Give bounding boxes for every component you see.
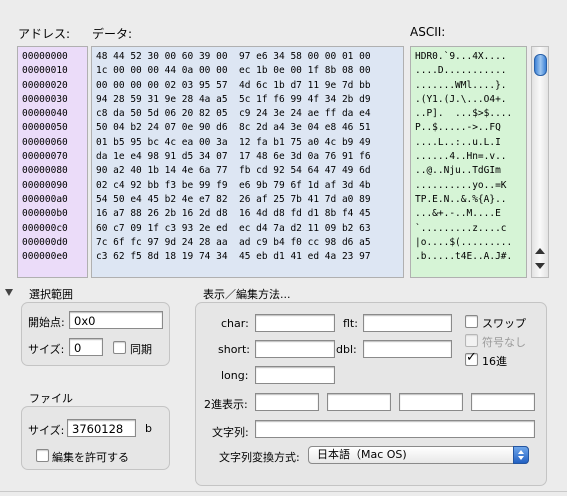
address-row[interactable]: 00000090: [22, 179, 87, 193]
ascii-row[interactable]: .(Y1.(J.\...O4+.: [415, 93, 526, 107]
dbl-field[interactable]: [363, 340, 452, 358]
chevron-updown-icon[interactable]: [513, 446, 529, 464]
address-row[interactable]: 00000010: [22, 64, 87, 78]
flt-label: flt:: [343, 317, 358, 330]
address-row[interactable]: 00000060: [22, 136, 87, 150]
hex-row[interactable]: c8 da 50 5d 06 20 82 05 c9 24 3e 24 ae f…: [96, 107, 403, 121]
selection-group-title: 選択範囲: [29, 288, 73, 301]
ascii-row[interactable]: .b.....t4E..A.J#.: [415, 250, 526, 264]
hex16-label: 16進: [482, 355, 507, 368]
conversion-select-value: 日本語（Mac OS): [317, 448, 407, 461]
char-field[interactable]: [255, 314, 335, 332]
hex-row[interactable]: 94 28 59 31 9e 28 4a a5 5c 1f f6 99 4f 3…: [96, 93, 403, 107]
address-row[interactable]: 000000d0: [22, 236, 87, 250]
hex-data-pane[interactable]: 48 44 52 30 00 60 39 00 97 e6 34 58 00 0…: [91, 46, 404, 278]
ascii-row[interactable]: ..@..Nju..TdGIm: [415, 164, 526, 178]
ascii-row[interactable]: ......4..Hn=.v..: [415, 150, 526, 164]
hex-row[interactable]: 54 50 e4 45 b2 4e e7 82 26 af 25 7b 41 7…: [96, 193, 403, 207]
hex-row[interactable]: 1c 00 00 00 44 0a 00 00 ec 1b 0e 00 1f 8…: [96, 64, 403, 78]
hex-row[interactable]: 01 b5 95 bc 4c ea 00 3a 12 fa b1 75 a0 4…: [96, 136, 403, 150]
hex16-checkbox[interactable]: [465, 350, 478, 366]
binary-field-4[interactable]: [471, 393, 535, 411]
address-row[interactable]: 000000b0: [22, 207, 87, 221]
ascii-row[interactable]: ...&+.-..M....E: [415, 207, 526, 221]
ascii-row[interactable]: HDR0.`9...4X....: [415, 50, 526, 64]
binary-field-2[interactable]: [327, 393, 391, 411]
scroll-down-arrow-icon[interactable]: [535, 263, 545, 269]
ascii-row[interactable]: ....D...........: [415, 64, 526, 78]
ascii-row[interactable]: ....L..:..u.L.I: [415, 136, 526, 150]
ascii-row[interactable]: ..P]. ...$>$....: [415, 107, 526, 121]
string-label: 文字列:: [212, 426, 249, 439]
binary-label: 2進表示:: [204, 398, 248, 411]
hex-row[interactable]: da 1e e4 98 91 d5 34 07 17 48 6e 3d 0a 7…: [96, 150, 403, 164]
allow-edit-label: 編集を許可する: [52, 451, 129, 464]
unsigned-label: 符号なし: [482, 336, 526, 349]
binary-field-3[interactable]: [399, 393, 463, 411]
vertical-scrollbar[interactable]: [531, 46, 549, 278]
hex-row[interactable]: 90 a2 40 1b 14 4e 6a 77 fb cd 92 54 64 4…: [96, 164, 403, 178]
start-field[interactable]: 0x0: [69, 311, 163, 329]
allow-edit-checkbox[interactable]: [36, 449, 49, 462]
start-label: 開始点:: [28, 316, 65, 329]
file-group-title: ファイル: [29, 392, 73, 405]
disclosure-triangle-icon[interactable]: [5, 289, 13, 296]
hex-row[interactable]: 60 c7 09 1f c3 93 2e ed ec d4 7a d2 11 0…: [96, 222, 403, 236]
flt-field[interactable]: [363, 314, 452, 332]
hex-row[interactable]: c3 62 f5 8d 18 19 74 34 45 eb d1 41 ed 4…: [96, 250, 403, 264]
address-row[interactable]: 000000c0: [22, 222, 87, 236]
dbl-label: dbl:: [336, 343, 357, 356]
ascii-row[interactable]: `.........z....c: [415, 222, 526, 236]
data-header: データ:: [92, 27, 133, 41]
binary-field-1[interactable]: [255, 393, 319, 411]
unsigned-checkbox[interactable]: [465, 334, 478, 347]
address-row[interactable]: 00000030: [22, 93, 87, 107]
address-row[interactable]: 000000e0: [22, 250, 87, 264]
swap-checkbox[interactable]: [465, 315, 478, 328]
hex-row[interactable]: 50 04 b2 24 07 0e 90 d6 8c 2d a4 3e 04 e…: [96, 121, 403, 135]
ascii-row[interactable]: P..$.....->..FQ: [415, 121, 526, 135]
short-field[interactable]: [255, 340, 335, 358]
address-row[interactable]: 00000080: [22, 164, 87, 178]
address-row[interactable]: 00000040: [22, 107, 87, 121]
conversion-label: 文字列変換方式:: [219, 451, 300, 464]
string-field[interactable]: [255, 420, 535, 438]
hex-row[interactable]: 7c 6f fc 97 9d 24 28 aa ad c9 b4 f0 cc 9…: [96, 236, 403, 250]
char-label: char:: [221, 317, 249, 330]
size-label: サイズ:: [28, 343, 65, 356]
address-row[interactable]: 00000050: [22, 121, 87, 135]
file-size-unit: b: [145, 422, 152, 435]
address-row[interactable]: 000000a0: [22, 193, 87, 207]
file-size-label: サイズ:: [28, 424, 65, 437]
ascii-pane[interactable]: HDR0.`9...4X.... ....D........... .......W…: [410, 46, 527, 278]
scroll-thumb[interactable]: [534, 54, 547, 76]
short-label: short:: [218, 343, 250, 356]
file-size-field[interactable]: 3760128: [67, 419, 136, 437]
display-group-title: 表示／編集方法...: [203, 288, 291, 301]
sync-checkbox[interactable]: [113, 341, 126, 354]
address-header: アドレス:: [18, 27, 71, 41]
bottom-divider: [0, 491, 567, 492]
ascii-row[interactable]: .......WMl....}.: [415, 79, 526, 93]
hex-row[interactable]: 16 a7 88 26 2b 16 2d d8 16 4d d8 fd d1 8…: [96, 207, 403, 221]
selection-size-field[interactable]: 0: [69, 338, 103, 356]
sync-label: 同期: [130, 343, 152, 356]
address-row[interactable]: 00000020: [22, 79, 87, 93]
conversion-select[interactable]: 日本語（Mac OS): [308, 446, 529, 464]
swap-label: スワップ: [482, 317, 526, 330]
hex-row[interactable]: 02 c4 92 bb f3 be 99 f9 e6 9b 79 6f 1d a…: [96, 179, 403, 193]
long-field[interactable]: [255, 366, 335, 384]
hex-row[interactable]: 48 44 52 30 00 60 39 00 97 e6 34 58 00 0…: [96, 50, 403, 64]
address-row[interactable]: 00000000: [22, 50, 87, 64]
ascii-row[interactable]: TP.E.N..&.%{A}..: [415, 193, 526, 207]
long-label: long:: [221, 369, 249, 382]
address-pane[interactable]: 00000000 00000010 00000020 00000030 00000040…: [17, 46, 88, 278]
ascii-row[interactable]: ..........yo..=K: [415, 179, 526, 193]
hex-row[interactable]: 00 00 00 00 02 03 95 57 4d 6c 1b d7 11 9…: [96, 79, 403, 93]
scroll-up-arrow-icon[interactable]: [535, 248, 545, 254]
ascii-header: ASCII:: [410, 25, 446, 39]
address-row[interactable]: 00000070: [22, 150, 87, 164]
ascii-row[interactable]: |o....$(.........: [415, 236, 526, 250]
